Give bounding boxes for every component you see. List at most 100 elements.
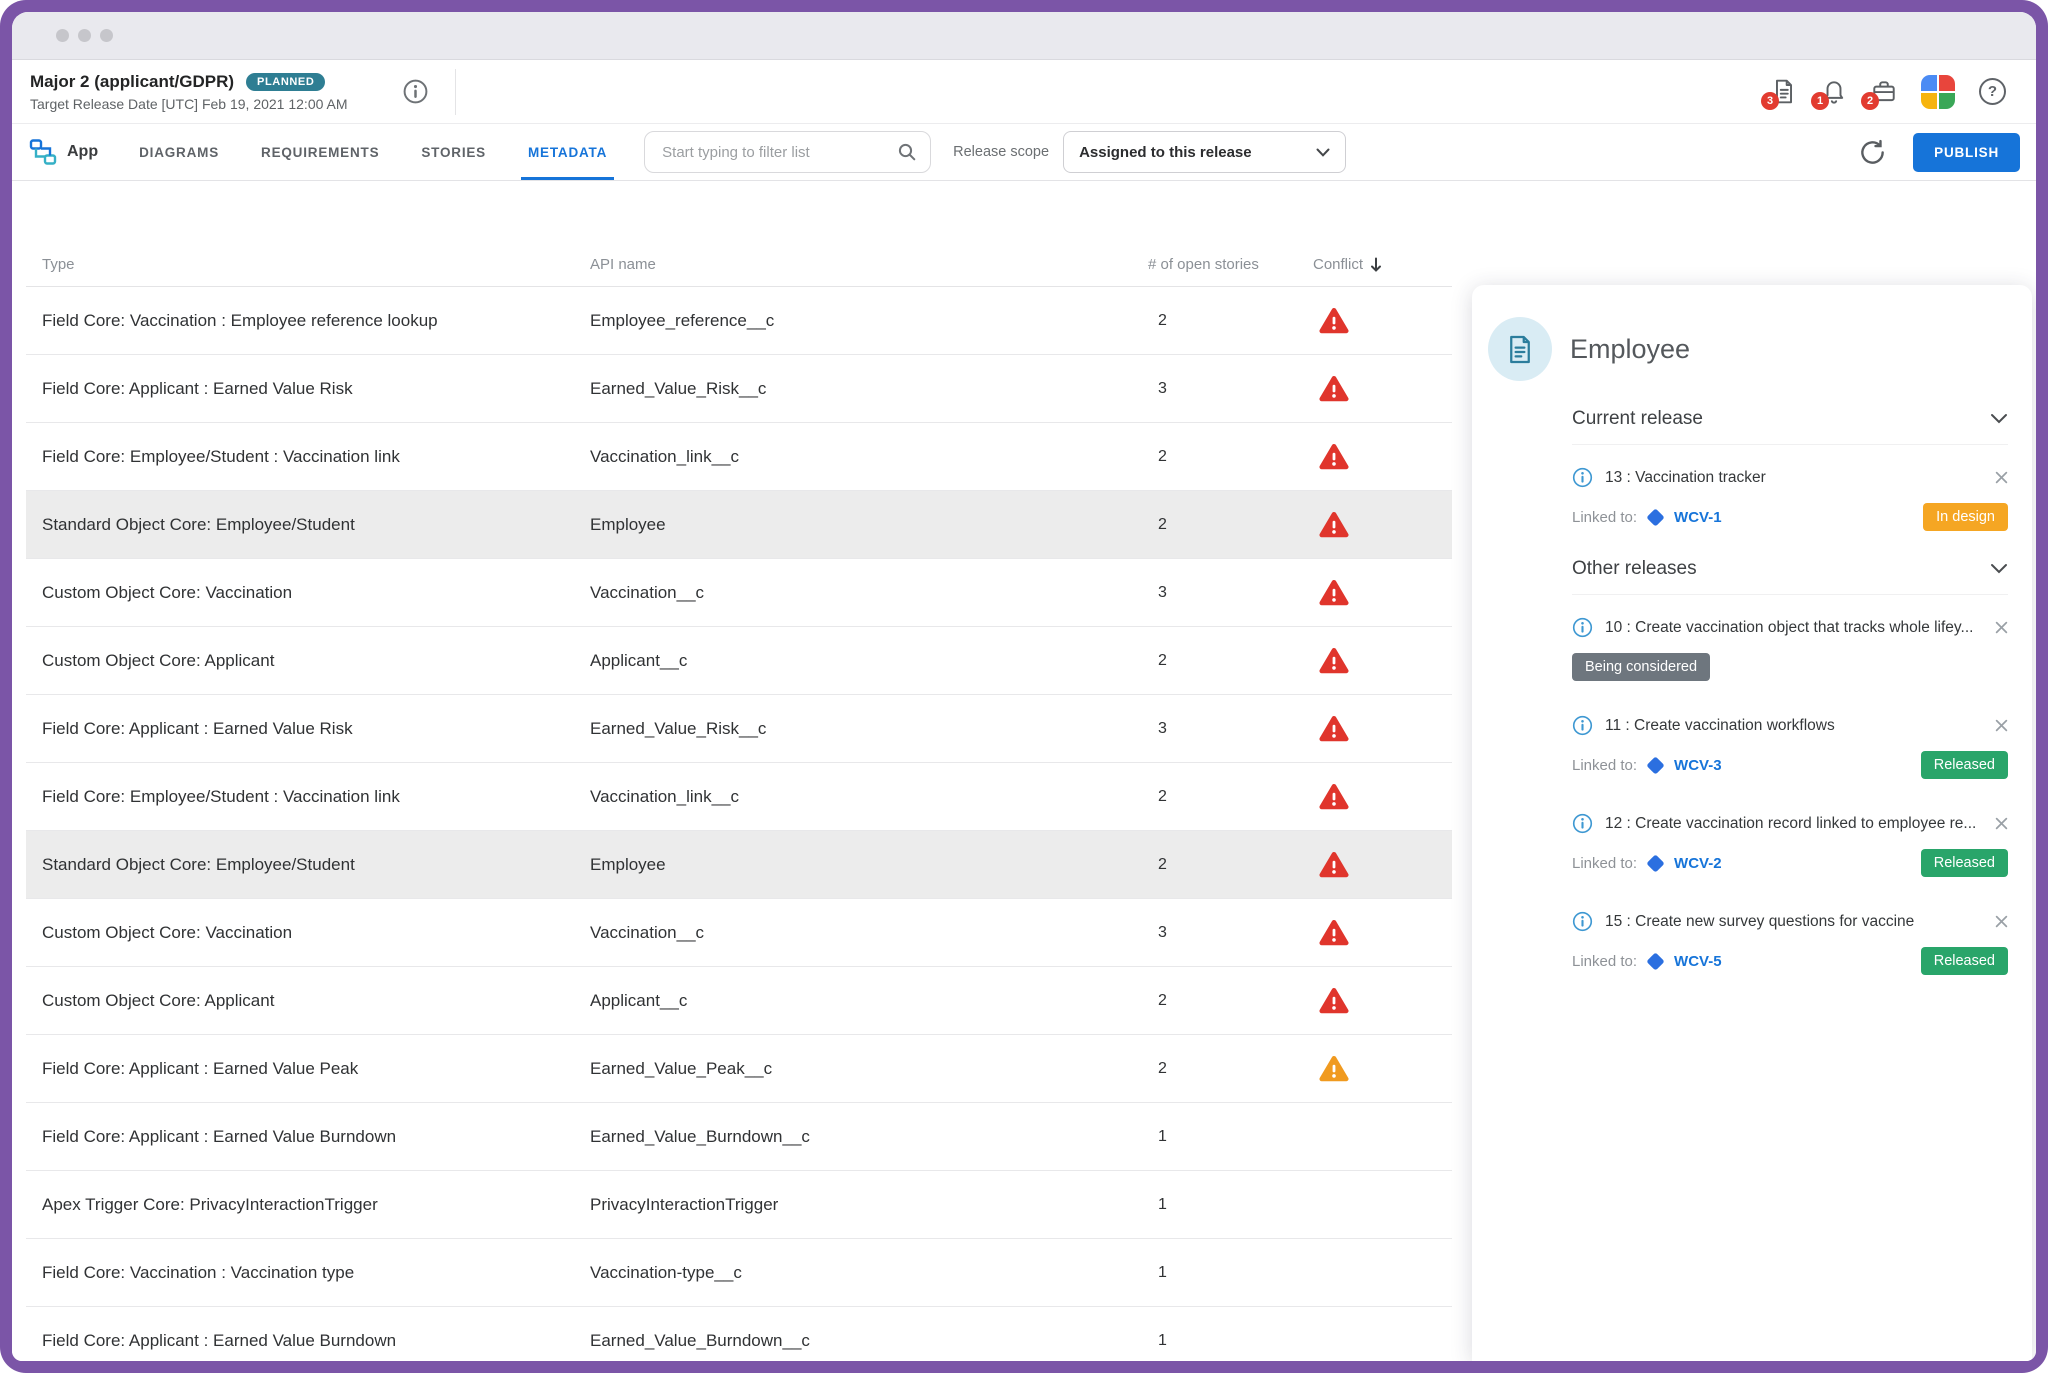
section-header[interactable]: Current release bbox=[1572, 393, 2008, 445]
table-row[interactable]: Custom Object Core: ApplicantApplicant__… bbox=[26, 627, 1452, 695]
linked-story-link[interactable]: WCV-3 bbox=[1674, 757, 1722, 774]
table-row[interactable]: Field Core: Applicant : Earned Value Ris… bbox=[26, 695, 1452, 763]
table-row[interactable]: Field Core: Applicant : Earned Value Bur… bbox=[26, 1307, 1452, 1361]
conflict-error-icon[interactable] bbox=[1319, 511, 1349, 538]
conflict-error-icon[interactable] bbox=[1319, 851, 1349, 878]
help-icon[interactable]: ? bbox=[1979, 78, 2006, 105]
metadata-table: Type API name # of open stories Conflict… bbox=[26, 181, 1452, 1361]
linked-story-link[interactable]: WCV-5 bbox=[1674, 953, 1722, 970]
conflict-error-icon[interactable] bbox=[1319, 579, 1349, 606]
table-row[interactable]: Field Core: Employee/Student : Vaccinati… bbox=[26, 763, 1452, 831]
column-type[interactable]: Type bbox=[42, 256, 590, 273]
status-badge: Released bbox=[1921, 751, 2008, 779]
sort-desc-icon[interactable] bbox=[1370, 257, 1382, 272]
tab-requirements[interactable]: REQUIREMENTS bbox=[240, 124, 400, 180]
table-row[interactable]: Field Core: Vaccination : Vaccination ty… bbox=[26, 1239, 1452, 1307]
story-info-icon bbox=[1572, 467, 1593, 488]
story-info-icon bbox=[1572, 715, 1593, 736]
cell-conflict bbox=[1313, 511, 1452, 538]
conflict-error-icon[interactable] bbox=[1319, 307, 1349, 334]
conflict-error-icon[interactable] bbox=[1319, 443, 1349, 470]
release-name: Major 2 (applicant/GDPR) bbox=[30, 72, 234, 92]
story-item[interactable]: 13 : Vaccination trackerLinked to:WCV-1I… bbox=[1572, 467, 2008, 531]
section-title: Other releases bbox=[1572, 558, 1697, 580]
table-row[interactable]: Field Core: Applicant : Earned Value Bur… bbox=[26, 1103, 1452, 1171]
account-avatar[interactable] bbox=[1921, 75, 1955, 109]
cell-api-name: Vaccination_link__c bbox=[590, 447, 1148, 467]
bell-icon[interactable]: 1 bbox=[1821, 78, 1847, 105]
table-row[interactable]: Field Core: Vaccination : Employee refer… bbox=[26, 287, 1452, 355]
linked-story-link[interactable]: WCV-1 bbox=[1674, 509, 1722, 526]
diagram-logo-icon bbox=[28, 137, 58, 167]
refresh-icon[interactable] bbox=[1858, 138, 1887, 167]
release-notes-icon[interactable]: 3 bbox=[1771, 78, 1797, 105]
table-row[interactable]: Field Core: Applicant : Earned Value Ris… bbox=[26, 355, 1452, 423]
chevron-down-icon[interactable] bbox=[1990, 563, 2008, 574]
table-row[interactable]: Custom Object Core: VaccinationVaccinati… bbox=[26, 899, 1452, 967]
publish-button[interactable]: PUBLISH bbox=[1913, 133, 2020, 172]
story-type-icon bbox=[1646, 854, 1664, 872]
table-row[interactable]: Standard Object Core: Employee/StudentEm… bbox=[26, 831, 1452, 899]
table-row[interactable]: Apex Trigger Core: PrivacyInteractionTri… bbox=[26, 1171, 1452, 1239]
search-icon[interactable] bbox=[897, 142, 917, 162]
conflict-error-icon[interactable] bbox=[1319, 919, 1349, 946]
story-item[interactable]: 12 : Create vaccination record linked to… bbox=[1572, 813, 2008, 877]
linked-to-label: Linked to: bbox=[1572, 855, 1637, 872]
release-header: Major 2 (applicant/GDPR) PLANNED Target … bbox=[12, 60, 2036, 124]
remove-story-icon[interactable] bbox=[1995, 719, 2008, 732]
cell-type: Field Core: Applicant : Earned Value Bur… bbox=[42, 1127, 590, 1147]
search-input[interactable] bbox=[660, 143, 897, 162]
conflict-error-icon[interactable] bbox=[1319, 987, 1349, 1014]
linked-story-link[interactable]: WCV-2 bbox=[1674, 855, 1722, 872]
remove-story-icon[interactable] bbox=[1995, 817, 2008, 830]
cell-type: Standard Object Core: Employee/Student bbox=[42, 855, 590, 875]
table-header: Type API name # of open stories Conflict bbox=[26, 243, 1452, 287]
section-header[interactable]: Other releases bbox=[1572, 543, 2008, 595]
release-info-icon[interactable] bbox=[402, 78, 429, 105]
toolbox-icon[interactable]: 2 bbox=[1871, 78, 1897, 105]
conflict-warning-icon[interactable] bbox=[1319, 1055, 1349, 1082]
cell-conflict bbox=[1313, 851, 1452, 878]
conflict-error-icon[interactable] bbox=[1319, 647, 1349, 674]
window-close-button[interactable] bbox=[56, 29, 69, 42]
table-row[interactable]: Field Core: Applicant : Earned Value Pea… bbox=[26, 1035, 1452, 1103]
remove-story-icon[interactable] bbox=[1995, 915, 2008, 928]
conflict-error-icon[interactable] bbox=[1319, 715, 1349, 742]
cell-type: Field Core: Applicant : Earned Value Ris… bbox=[42, 379, 590, 399]
table-body: Field Core: Vaccination : Employee refer… bbox=[26, 287, 1452, 1361]
app-logo[interactable]: App bbox=[28, 137, 98, 167]
story-title: 15 : Create new survey questions for vac… bbox=[1605, 913, 1983, 931]
tab-metadata[interactable]: METADATA bbox=[507, 124, 628, 180]
cell-type: Field Core: Vaccination : Employee refer… bbox=[42, 311, 590, 331]
cell-api-name: Vaccination__c bbox=[590, 923, 1148, 943]
table-row[interactable]: Custom Object Core: ApplicantApplicant__… bbox=[26, 967, 1452, 1035]
story-title: 13 : Vaccination tracker bbox=[1605, 469, 1983, 487]
chevron-down-icon[interactable] bbox=[1990, 413, 2008, 424]
conflict-error-icon[interactable] bbox=[1319, 783, 1349, 810]
column-open-stories[interactable]: # of open stories bbox=[1148, 256, 1313, 273]
remove-story-icon[interactable] bbox=[1995, 621, 2008, 634]
tab-diagrams[interactable]: DIAGRAMS bbox=[118, 124, 240, 180]
table-row[interactable]: Standard Object Core: Employee/StudentEm… bbox=[26, 491, 1452, 559]
column-conflict[interactable]: Conflict bbox=[1313, 256, 1452, 273]
window-zoom-button[interactable] bbox=[100, 29, 113, 42]
cell-api-name: Employee bbox=[590, 515, 1148, 535]
chevron-down-icon bbox=[1316, 148, 1330, 157]
window-minimize-button[interactable] bbox=[78, 29, 91, 42]
notification-count-badge: 1 bbox=[1811, 92, 1829, 110]
column-api-name[interactable]: API name bbox=[590, 256, 1148, 273]
cell-type: Apex Trigger Core: PrivacyInteractionTri… bbox=[42, 1195, 590, 1215]
story-item[interactable]: 10 : Create vaccination object that trac… bbox=[1572, 617, 2008, 681]
story-item[interactable]: 11 : Create vaccination workflowsLinked … bbox=[1572, 715, 2008, 779]
table-row[interactable]: Custom Object Core: VaccinationVaccinati… bbox=[26, 559, 1452, 627]
search-box[interactable] bbox=[644, 131, 931, 173]
cell-type: Custom Object Core: Vaccination bbox=[42, 923, 590, 943]
cell-open-stories: 2 bbox=[1148, 992, 1313, 1010]
release-scope-select[interactable]: Assigned to this release bbox=[1063, 131, 1346, 173]
panel-section: Current release 13 : Vaccination trackerL… bbox=[1472, 393, 2032, 531]
remove-story-icon[interactable] bbox=[1995, 471, 2008, 484]
tab-stories[interactable]: STORIES bbox=[400, 124, 507, 180]
table-row[interactable]: Field Core: Employee/Student : Vaccinati… bbox=[26, 423, 1452, 491]
story-item[interactable]: 15 : Create new survey questions for vac… bbox=[1572, 911, 2008, 975]
conflict-error-icon[interactable] bbox=[1319, 375, 1349, 402]
